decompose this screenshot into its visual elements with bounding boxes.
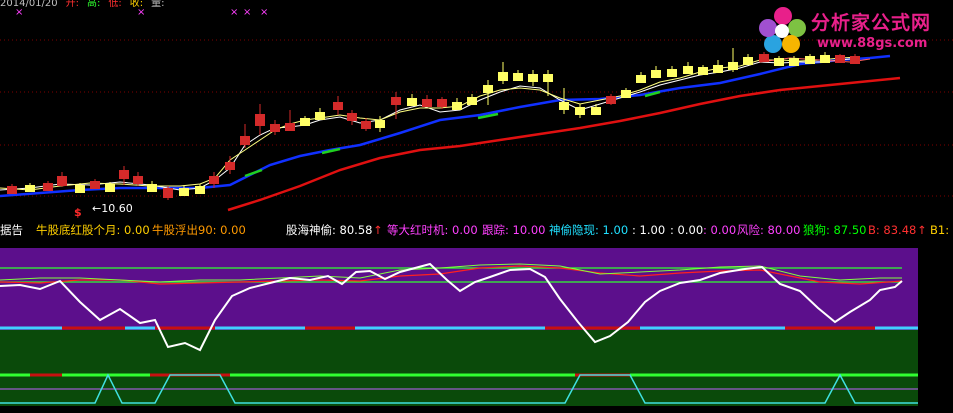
up-arrow-icon: ↑ (373, 223, 383, 237)
candle-body (361, 121, 371, 129)
candle-body (483, 85, 493, 93)
indicator-values-bar: 据告 牛股底红股个月: 0.00 牛股浮出90: 0.00 股海神偷: 80.5… (0, 221, 953, 239)
indicator-name: 据告 (0, 223, 23, 237)
candle-body (209, 176, 219, 184)
svg-text:×: × (230, 7, 238, 18)
candle-body (7, 186, 17, 194)
candle-body (407, 98, 417, 106)
svg-text:×: × (260, 7, 268, 18)
candle-body (543, 74, 553, 82)
candle-body (575, 107, 585, 115)
candle-body (559, 102, 569, 110)
indicator-item: 风险: 80.00 (737, 223, 801, 237)
candle-body (195, 186, 205, 194)
candle-body (437, 99, 447, 107)
indicator-item: 神偷隐现: 1.00 (549, 223, 629, 237)
candle-body (789, 58, 799, 66)
candle-body (133, 176, 143, 184)
candle-body (43, 183, 53, 191)
candle-body (225, 162, 235, 170)
candle-body (147, 184, 157, 192)
candle-body (315, 112, 325, 120)
candle-body (467, 97, 477, 105)
low-price-label: ←10.60 (92, 202, 133, 215)
candle-body (651, 70, 661, 78)
candle-body (667, 69, 677, 77)
candle-body (743, 57, 753, 65)
candle-body (498, 72, 508, 81)
svg-text:×: × (137, 7, 145, 18)
candle-body (90, 181, 100, 189)
indicator-item: 牛股底红股个月: 0.00 (36, 223, 150, 237)
indicator-item: 牛股浮出90: 0.00 (152, 223, 246, 237)
ma-mid-blue (0, 54, 891, 198)
bottom-status-strip (0, 406, 953, 413)
candle-body (452, 102, 462, 110)
candle-body (728, 62, 738, 70)
indicator-item: 跟踪: 10.00 (482, 223, 546, 237)
up-arrow-icon: ↑ (917, 223, 927, 237)
candle-body (270, 124, 280, 132)
candle-body (513, 73, 523, 81)
candles (7, 48, 860, 200)
candle-body (713, 65, 723, 73)
site-logo: 分析家公式网 www.88gs.com (755, 2, 950, 58)
svg-text:×: × (15, 7, 23, 18)
indicator-item: : 1.00 (632, 223, 666, 237)
candle-body (683, 66, 693, 74)
candle-body (333, 102, 343, 110)
candle-body (285, 123, 295, 131)
candle-body (119, 170, 129, 179)
ma-mid-green-segment (244, 168, 263, 178)
svg-text:×: × (243, 7, 251, 18)
candle-body (591, 107, 601, 115)
indicator-item: : 0.00 (670, 223, 704, 237)
candle-body (57, 176, 67, 186)
oscillator-panel[interactable] (0, 240, 953, 406)
indicator-item: 狼狗: 87.50 (803, 223, 867, 237)
indicator-item: : 0.00 (703, 223, 737, 237)
candle-body (163, 188, 173, 198)
indicator-item: B: 83.48 (868, 223, 917, 237)
candle-body (240, 136, 250, 145)
candle-body (422, 99, 432, 107)
candle-body (391, 97, 401, 105)
candle-body (300, 118, 310, 126)
candle-body (347, 113, 357, 121)
candle-body (179, 188, 189, 196)
logo-url: www.88gs.com (817, 36, 928, 51)
candle-body (698, 67, 708, 75)
candle-body (621, 90, 631, 98)
candle-body (75, 185, 85, 193)
candle-body (25, 185, 35, 192)
indicator-item: B1: (930, 223, 950, 237)
candle-body (375, 120, 385, 128)
candle-body (774, 58, 784, 66)
candle-body (255, 114, 265, 126)
flower-logo-icon (759, 7, 806, 53)
candle-body (105, 184, 115, 192)
signal-x-marks: × × × × × (15, 7, 268, 18)
candle-body (528, 74, 538, 82)
candle-body (606, 96, 616, 104)
indicator-item: 等大红时机: 0.00 (387, 223, 478, 237)
buy-signal-marker: $ (74, 206, 82, 219)
candle-body (636, 75, 646, 83)
logo-title: 分析家公式网 (811, 12, 932, 34)
indicator-item: 股海神偷: 80.58 (286, 223, 373, 237)
